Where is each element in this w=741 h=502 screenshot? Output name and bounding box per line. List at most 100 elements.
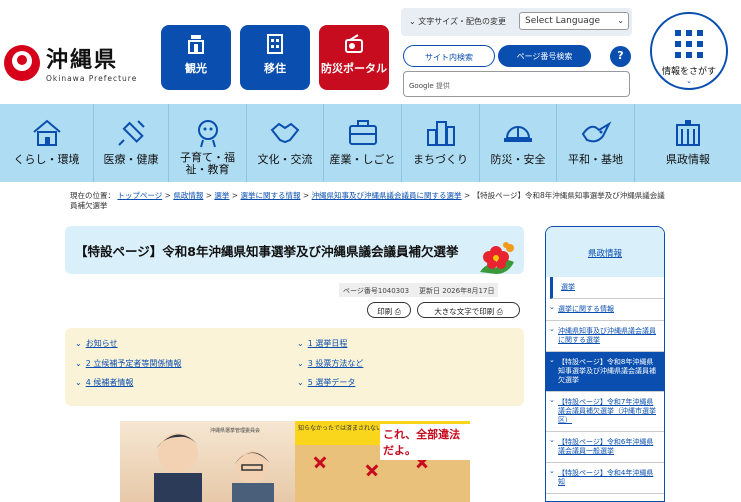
nav-item-living[interactable]: くらし・環境 [0, 104, 94, 182]
disaster-portal-button[interactable]: 防災ポータル [319, 25, 389, 90]
nav-label: まちづくり [413, 153, 468, 166]
tourism-button[interactable]: 観光 [161, 25, 231, 90]
nav-label: 平和・基地 [568, 153, 623, 166]
sidebar-item-election[interactable]: 選挙 [550, 277, 664, 299]
sidebar-item-governor-assembly[interactable]: 沖縄県知事及び沖縄県議会議員に関する選挙 [546, 321, 664, 352]
nav-item-health[interactable]: 医療・健康 [94, 104, 169, 182]
sidebar-item-label: 選挙に関する情報 [558, 305, 614, 313]
sidebar-item-label: 【特設ページ】令和4年沖縄県知 [558, 469, 654, 486]
breadcrumb-link-election-info[interactable]: 選挙に関する情報 [240, 191, 300, 200]
sidebar-item-r4-special[interactable]: 【特設ページ】令和4年沖縄県知 [546, 463, 664, 494]
sidebar-item-label: 【特設ページ】令和6年沖縄県議会議員一般選挙 [558, 438, 654, 455]
language-select[interactable]: Select Language ⌄ [519, 12, 629, 30]
google-provided: 提供 [435, 82, 450, 90]
government-icon [676, 120, 700, 146]
tourism-icon [188, 35, 204, 54]
tab-site-search[interactable]: サイト内検索 [403, 45, 495, 67]
nav-label: 子育て・福祉・教育 [180, 151, 235, 176]
breadcrumb-link-election[interactable]: 選挙 [214, 191, 229, 200]
chevron-down-icon: ⌄ [617, 16, 624, 25]
toc-link-voting-method[interactable]: 3 投票方法など [297, 358, 364, 369]
breadcrumb-separator: > [231, 191, 239, 200]
toc-link-candidate-info[interactable]: 4 候補者情報 [75, 377, 134, 388]
dove-icon [581, 121, 611, 143]
nav-label: 県政情報 [666, 153, 710, 166]
global-nav: くらし・環境 医療・健康 子育て・福祉・教育 文化・交流 産業・しごと まちづく… [0, 104, 741, 182]
city-icon [426, 121, 455, 146]
election-poster-image: 沖縄県選挙管理委員会 知らなかったでは済まされない！ これ、全部違法だよ。 [120, 421, 470, 502]
table-of-contents: お知らせ 1 選挙日程 2 立候補予定者等関係情報 3 投票方法など 4 候補者… [65, 328, 524, 406]
migration-label: 移住 [264, 62, 286, 75]
chevron-down-icon: ⌄ [686, 77, 692, 85]
nav-item-peace-bases[interactable]: 平和・基地 [557, 104, 635, 182]
sidebar-item-r6-special[interactable]: 【特設ページ】令和6年沖縄県議会議員一般選挙 [546, 432, 664, 463]
nav-item-disaster-safety[interactable]: 防災・安全 [480, 104, 557, 182]
printer-icon: ⎙ [496, 307, 503, 316]
page-title-box: 【特設ページ】令和8年沖縄県知事選挙及び沖縄県議会議員補欠選挙 [65, 226, 524, 274]
logo-title: 沖縄県 [46, 48, 119, 73]
nav-item-town-planning[interactable]: まちづくり [402, 104, 480, 182]
sidebar-item-label: 【特設ページ】令和7年沖縄県議会議員補欠選挙（沖縄市選挙区） [558, 398, 656, 424]
breadcrumb-prefix: 現在の位置： [70, 191, 115, 200]
breadcrumb-link-top[interactable]: トップページ [117, 191, 162, 200]
tab-page-number-search[interactable]: ページ番号検索 [498, 45, 591, 67]
print-button[interactable]: 印刷 ⎙ [367, 302, 411, 318]
language-select-value: Select Language [525, 16, 601, 26]
nav-item-culture[interactable]: 文化・交流 [247, 104, 324, 182]
syringe-icon [118, 120, 145, 146]
find-info-menu-button[interactable]: 情報をさがす ⌄ [650, 12, 728, 90]
font-size-color-link[interactable]: ⌄ 文字サイズ・配色の変更 [409, 16, 506, 27]
helmet-icon [504, 126, 532, 142]
updated-date: 更新日 2026年8月17日 [419, 287, 495, 295]
breadcrumb-separator: > [302, 191, 310, 200]
poster-heading: 知らなかったでは済まされない！ [298, 425, 389, 432]
search-input[interactable]: Google 提供 [403, 71, 630, 97]
sidebar-item-label: 選挙 [561, 283, 575, 291]
nav-label: 文化・交流 [257, 153, 313, 166]
site-header: 沖縄県 Okinawa Prefecture 観光 移住 防災ポータル ⌄ 文字… [0, 0, 741, 104]
nav-label: 医療・健康 [103, 153, 159, 166]
toc-link-candidates-related[interactable]: 2 立候補予定者等関係情報 [75, 358, 182, 369]
search-help-button[interactable]: ? [610, 46, 631, 67]
radio-icon [345, 34, 363, 53]
breadcrumb-separator: > [205, 191, 213, 200]
large-print-label: 大きな文字で印刷 [434, 307, 495, 316]
site-logo[interactable]: 沖縄県 Okinawa Prefecture [4, 42, 137, 83]
briefcase-icon [348, 120, 377, 145]
poster-slogan: これ、全部違法だよ。 [380, 424, 470, 460]
breadcrumb-separator: > [164, 191, 171, 200]
find-info-label: 情報をさがす [661, 67, 716, 77]
google-brand: Google [409, 82, 434, 90]
sidebar-item-election-info[interactable]: 選挙に関する情報 [546, 299, 664, 321]
sidebar-item-r7-special[interactable]: 【特設ページ】令和7年沖縄県議会議員補欠選挙（沖縄市選挙区） [546, 392, 664, 432]
breadcrumb-link-admin[interactable]: 県政情報 [173, 191, 203, 200]
building-icon [267, 34, 283, 54]
child-icon [197, 120, 218, 148]
okinawa-emblem-icon [4, 44, 40, 81]
nav-item-industry[interactable]: 産業・しごと [324, 104, 402, 182]
breadcrumb-separator: > [463, 191, 471, 200]
sidebar-item-label: 【特設ページ】令和8年沖縄県知事選挙及び沖縄県議会議員補欠選挙 [558, 358, 656, 384]
toc-link-schedule[interactable]: 1 選挙日程 [297, 338, 348, 349]
breadcrumb-link-governor-assembly[interactable]: 沖縄県知事及び沖縄県議会議員に関する選挙 [312, 191, 462, 200]
sidebar-item-current-special[interactable]: 【特設ページ】令和8年沖縄県知事選挙及び沖縄県議会議員補欠選挙 [546, 352, 664, 392]
migration-button[interactable]: 移住 [240, 25, 310, 90]
toc-link-notice[interactable]: お知らせ [75, 338, 118, 349]
characters-illustration [154, 433, 274, 502]
sidebar-nav: 県政情報 選挙 選挙に関する情報 沖縄県知事及び沖縄県議会議員に関する選挙 【特… [545, 226, 665, 502]
poster-illustration [120, 421, 295, 502]
handshake-icon [270, 122, 300, 144]
page-number: ページ番号1040303 [343, 287, 410, 295]
nav-item-childcare[interactable]: 子育て・福祉・教育 [169, 104, 247, 182]
nav-label: 防災・安全 [490, 153, 546, 166]
toc-link-election-data[interactable]: 5 選挙データ [297, 377, 356, 388]
sidebar-heading[interactable]: 県政情報 [546, 227, 664, 277]
nav-item-prefectural-admin[interactable]: 県政情報 [635, 104, 741, 182]
poster-organization: 沖縄県選挙管理委員会 [210, 428, 261, 434]
font-size-color-label: 文字サイズ・配色の変更 [418, 17, 507, 26]
tourism-label: 観光 [185, 62, 207, 75]
large-print-button[interactable]: 大きな文字で印刷 ⎙ [417, 302, 520, 318]
nav-label: くらし・環境 [13, 153, 80, 166]
logo-subtitle: Okinawa Prefecture [46, 74, 138, 83]
house-icon [32, 119, 61, 146]
